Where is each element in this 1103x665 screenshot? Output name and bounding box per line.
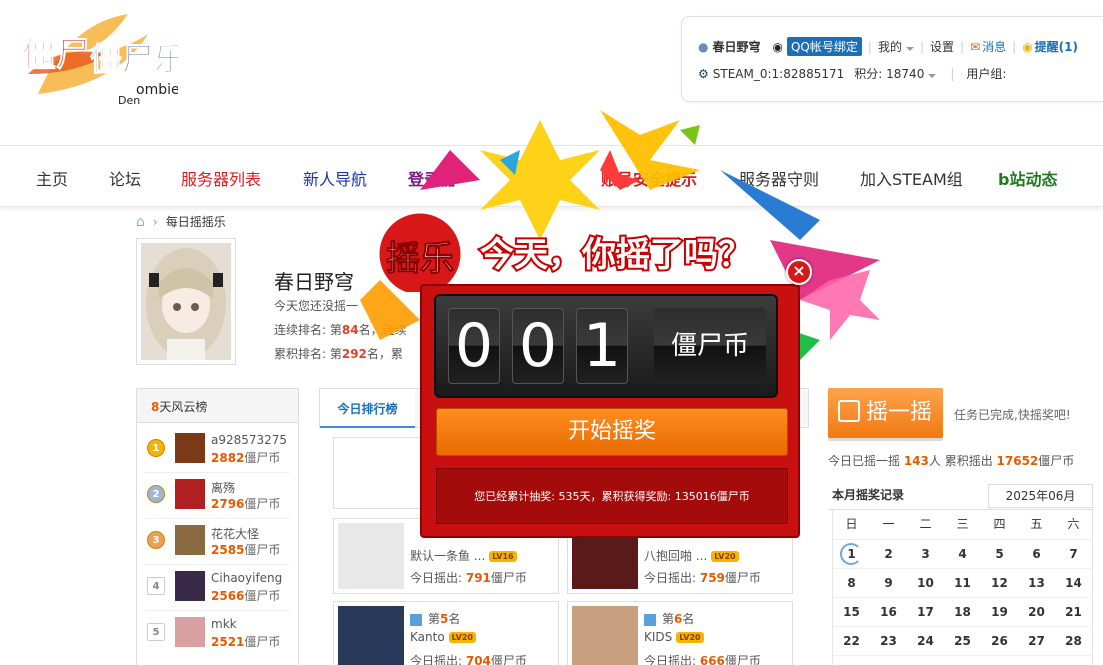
lottery-stats: 您已经累计抽奖: 535天，累积获得奖励: 135016僵尸币 (436, 468, 788, 524)
counter-digit: 0 (448, 308, 500, 384)
close-popup-button[interactable]: × (786, 259, 812, 285)
close-icon: × (792, 261, 806, 280)
svg-text:摇乐: 摇乐 (386, 239, 454, 279)
lottery-counter: 0 0 1 僵尸币 (434, 294, 778, 398)
counter-digit: 0 (512, 308, 564, 384)
start-lottery-button[interactable]: 开始摇奖 (436, 408, 788, 456)
lottery-popup: 0 0 1 僵尸币 开始摇奖 您已经累计抽奖: 535天，累积获得奖励: 135… (420, 284, 800, 538)
counter-digit: 1 (576, 308, 628, 384)
counter-unit: 僵尸币 (654, 308, 766, 384)
svg-text:今天，你摇了吗？: 今天，你摇了吗？ (480, 235, 752, 275)
popup-banner: 摇乐 今天，你摇了吗？ (376, 212, 754, 292)
